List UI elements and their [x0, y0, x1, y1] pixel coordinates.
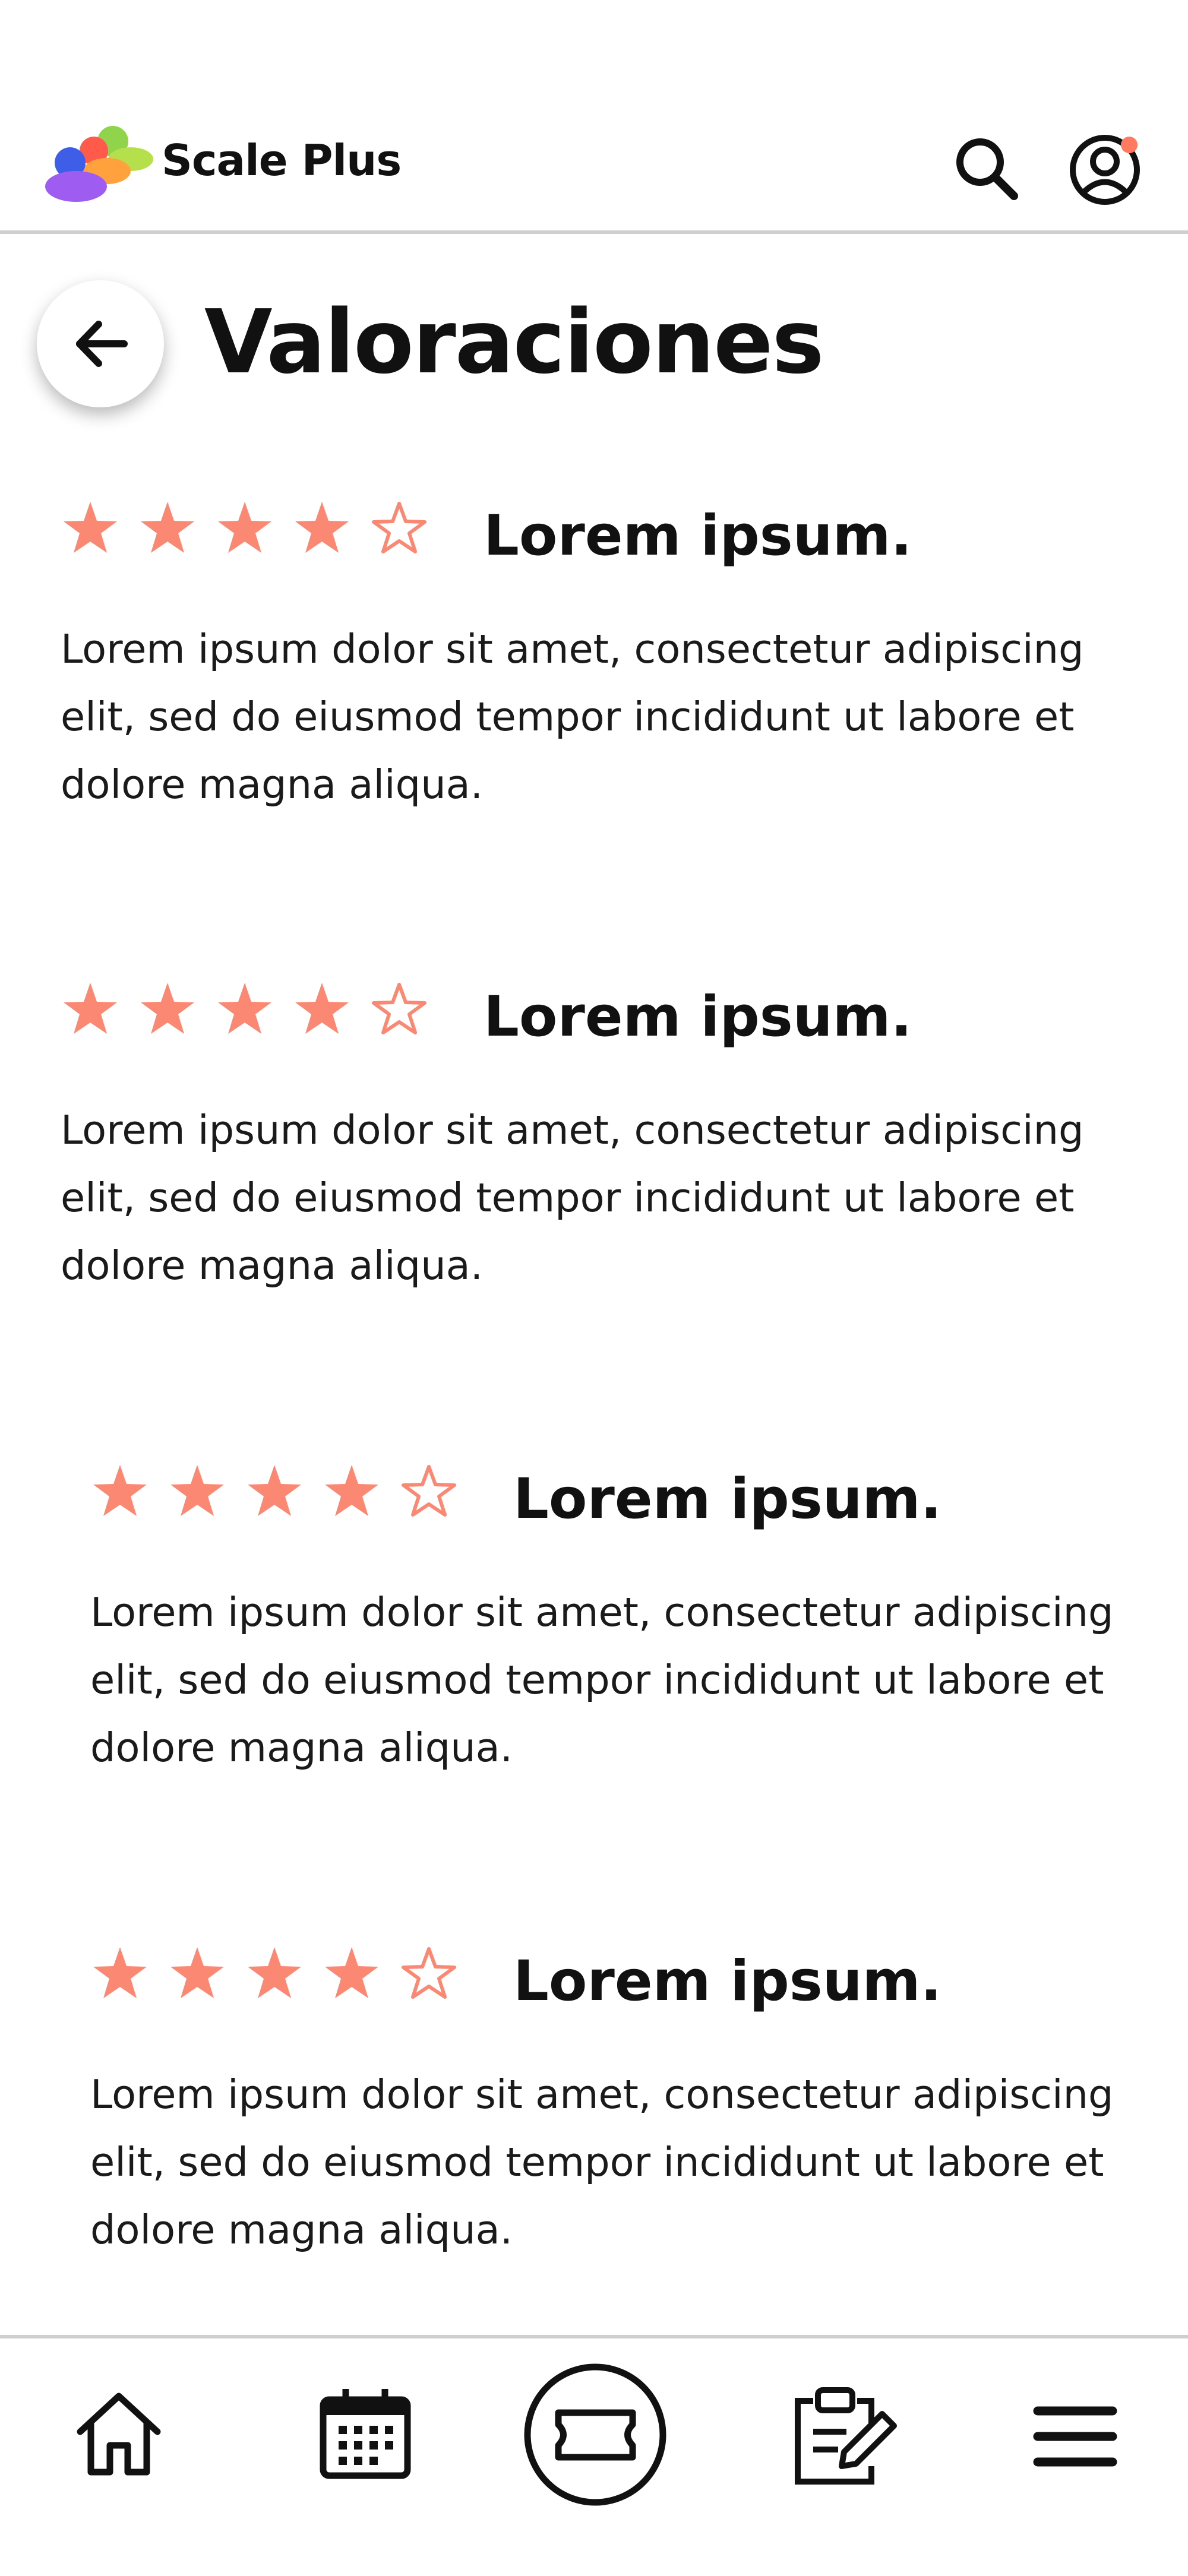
star-filled-icon	[248, 1947, 301, 1998]
star-empty-icon	[402, 1465, 456, 1517]
bottom-navigation	[0, 2335, 1188, 2576]
star-filled-icon	[218, 983, 271, 1034]
notification-dot	[1121, 137, 1138, 153]
nav-calendar[interactable]	[312, 2380, 419, 2487]
menu-icon	[1033, 2406, 1117, 2467]
review-title: Lorem ipsum.	[513, 1467, 942, 1531]
star-empty-icon	[402, 1947, 456, 1999]
home-icon	[77, 2393, 161, 2476]
ticket-icon	[524, 2363, 666, 2506]
star-filled-icon	[325, 1465, 378, 1516]
star-filled-icon	[64, 983, 117, 1034]
star-filled-icon	[141, 502, 194, 553]
star-filled-icon	[218, 502, 271, 553]
star-filled-icon	[248, 1465, 301, 1516]
app-header: Scale Plus	[0, 0, 1188, 234]
star-filled-icon	[295, 983, 349, 1034]
star-rating	[61, 980, 429, 1039]
nav-menu[interactable]	[1025, 2386, 1126, 2487]
star-filled-icon	[170, 1465, 224, 1516]
search-icon[interactable]	[947, 129, 1025, 207]
nav-tickets[interactable]	[523, 2362, 668, 2508]
star-rating	[90, 1944, 459, 2004]
star-filled-icon	[141, 983, 194, 1034]
review-body: Lorem ipsum dolor sit amet, consectetur …	[90, 2071, 1114, 2253]
review-body: Lorem ipsum dolor sit amet, consectetur …	[90, 1589, 1114, 1771]
nav-notes[interactable]	[787, 2377, 900, 2490]
review-title: Lorem ipsum.	[484, 504, 912, 568]
review-title: Lorem ipsum.	[484, 985, 912, 1049]
arrow-left-icon	[76, 321, 128, 367]
user-account-icon[interactable]	[1066, 129, 1143, 207]
star-filled-icon	[295, 502, 349, 553]
star-rating	[90, 1462, 459, 1521]
star-filled-icon	[170, 1947, 224, 1998]
star-filled-icon	[93, 1947, 147, 1998]
calendar-icon	[320, 2389, 411, 2479]
star-filled-icon	[325, 1947, 378, 1998]
logo-icon	[45, 126, 153, 202]
star-empty-icon	[372, 983, 426, 1034]
clipboard-edit-icon	[795, 2387, 897, 2485]
app-name: Scale Plus	[162, 135, 402, 185]
review-body: Lorem ipsum dolor sit amet, consectetur …	[61, 1107, 1084, 1289]
star-filled-icon	[64, 502, 117, 553]
star-empty-icon	[372, 502, 426, 553]
page-title: Valoraciones	[204, 291, 824, 393]
back-button[interactable]	[37, 280, 164, 407]
nav-home[interactable]	[65, 2380, 172, 2487]
review-title: Lorem ipsum.	[513, 1949, 942, 2014]
star-filled-icon	[93, 1465, 147, 1516]
star-rating	[61, 499, 429, 558]
review-body: Lorem ipsum dolor sit amet, consectetur …	[61, 626, 1084, 808]
